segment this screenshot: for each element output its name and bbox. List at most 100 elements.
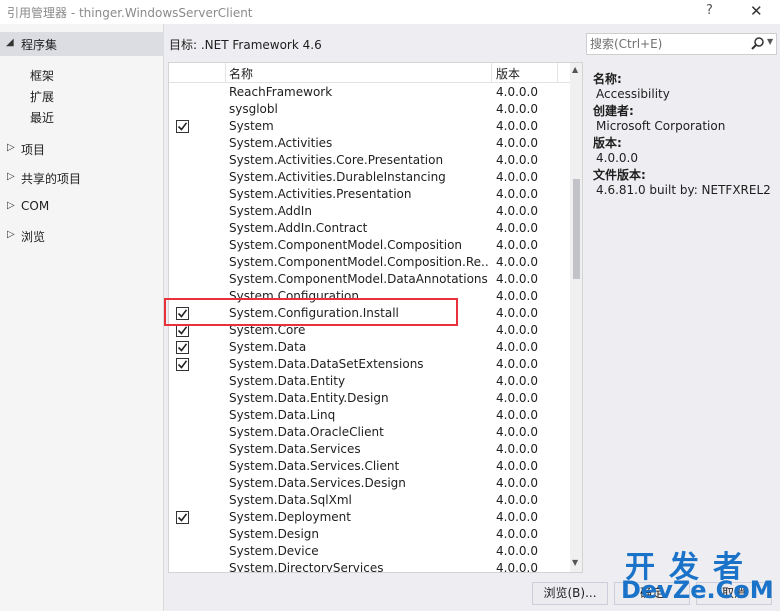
detail-creator-label: 创建者: xyxy=(593,104,634,118)
scroll-up-icon[interactable]: ▲ xyxy=(572,65,578,74)
table-row[interactable]: System.ComponentModel.Composition.Re... 4… xyxy=(169,254,570,271)
assembly-version: 4.0.0.0 xyxy=(496,170,538,184)
table-row[interactable]: System.ComponentModel.DataAnnotations 4.0… xyxy=(169,271,570,288)
close-button[interactable]: ✕ xyxy=(750,2,763,20)
assembly-version: 4.0.0.0 xyxy=(496,289,538,303)
column-divider[interactable] xyxy=(557,63,558,83)
detail-file-version-label: 文件版本: xyxy=(593,168,646,182)
sidebar-item-projects[interactable]: ▷ 项目 xyxy=(0,139,160,159)
assembly-name: System.Activities xyxy=(229,136,333,150)
triangle-right-icon: ▷ xyxy=(7,142,15,153)
assembly-name: System.Device xyxy=(229,544,319,558)
assembly-name: System.DirectoryServices xyxy=(229,561,384,573)
table-row[interactable]: System.Configuration 4.0.0.0 xyxy=(169,288,570,305)
grid-rows: ReachFramework 4.0.0.0 sysglobl 4.0.0.0 Syst… xyxy=(169,84,570,573)
assembly-name: System.Core xyxy=(229,323,306,337)
table-row[interactable]: System.Data.Services.Client 4.0.0.0 xyxy=(169,458,570,475)
table-row[interactable]: System.Activities.Core.Presentation 4.0.0… xyxy=(169,152,570,169)
vertical-scrollbar[interactable]: ▲ ▼ xyxy=(570,63,582,572)
table-row[interactable]: System.Data.Services.Design 4.0.0.0 xyxy=(169,475,570,492)
table-row[interactable]: System.Core 4.0.0.0 xyxy=(169,322,570,339)
detail-file-version-value: 4.6.81.0 built by: NETFXREL2 xyxy=(596,183,771,197)
scroll-down-icon[interactable]: ▼ xyxy=(572,558,578,567)
assembly-name: System xyxy=(229,119,274,133)
table-row[interactable]: ReachFramework 4.0.0.0 xyxy=(169,84,570,101)
table-row[interactable]: System.Data.Linq 4.0.0.0 xyxy=(169,407,570,424)
sidebar-item-assemblies[interactable]: ◢ 程序集 xyxy=(0,32,164,56)
sidebar-item-extensions[interactable]: 扩展 xyxy=(30,88,54,105)
triangle-right-icon: ▷ xyxy=(7,200,15,211)
assembly-version: 4.0.0.0 xyxy=(496,187,538,201)
reference-checkbox[interactable] xyxy=(176,120,189,133)
assembly-name: ReachFramework xyxy=(229,85,333,99)
sidebar-item-label: 项目 xyxy=(21,143,46,157)
assembly-name: System.Configuration xyxy=(229,289,359,303)
table-row[interactable]: System.Device 4.0.0.0 xyxy=(169,543,570,560)
assembly-version: 4.0.0.0 xyxy=(496,85,538,99)
help-button[interactable]: ? xyxy=(706,3,713,18)
search-icon[interactable] xyxy=(751,36,765,53)
table-row[interactable]: System.Data.OracleClient 4.0.0.0 xyxy=(169,424,570,441)
column-header-version[interactable]: 版本 xyxy=(496,65,520,82)
sidebar-item-framework[interactable]: 框架 xyxy=(30,67,54,84)
ok-button[interactable]: 确定 xyxy=(614,582,690,605)
table-row[interactable]: sysglobl 4.0.0.0 xyxy=(169,101,570,118)
table-row[interactable]: System.Data.DataSetExtensions 4.0.0.0 xyxy=(169,356,570,373)
cancel-button[interactable]: 取消 xyxy=(696,582,772,605)
sidebar-item-recent[interactable]: 最近 xyxy=(30,109,54,126)
assembly-grid: 名称 版本 ReachFramework 4.0.0.0 sysglobl 4.0.0… xyxy=(168,62,583,573)
browse-button[interactable]: 浏览(B)... xyxy=(532,582,608,605)
table-row[interactable]: System.Activities.DurableInstancing 4.0.0… xyxy=(169,169,570,186)
assembly-name: System.Deployment xyxy=(229,510,351,524)
assembly-name: System.ComponentModel.Composition xyxy=(229,238,463,252)
assembly-name: System.Data.Entity.Design xyxy=(229,391,389,405)
table-row[interactable]: System.Data 4.0.0.0 xyxy=(169,339,570,356)
assembly-name: System.AddIn xyxy=(229,204,312,218)
table-row[interactable]: System.Data.Services 4.0.0.0 xyxy=(169,441,570,458)
reference-checkbox[interactable] xyxy=(176,307,189,320)
detail-version-label: 版本: xyxy=(593,136,622,150)
table-row[interactable]: System.Activities.Presentation 4.0.0.0 xyxy=(169,186,570,203)
assembly-version: 4.0.0.0 xyxy=(496,442,538,456)
scrollbar-thumb[interactable] xyxy=(573,179,580,279)
sidebar-item-com[interactable]: ▷ COM xyxy=(0,197,160,217)
triangle-right-icon: ▷ xyxy=(7,229,15,240)
assembly-version: 4.0.0.0 xyxy=(496,527,538,541)
table-row[interactable]: System.DirectoryServices 4.0.0.0 xyxy=(169,560,570,573)
column-divider[interactable] xyxy=(225,63,226,83)
table-row[interactable]: System 4.0.0.0 xyxy=(169,118,570,135)
table-row[interactable]: System.Data.SqlXml 4.0.0.0 xyxy=(169,492,570,509)
sidebar-item-browse[interactable]: ▷ 浏览 xyxy=(0,226,160,246)
reference-checkbox[interactable] xyxy=(176,511,189,524)
search-box[interactable]: ▼ xyxy=(586,33,777,55)
assembly-name: System.Activities.DurableInstancing xyxy=(229,170,446,184)
reference-checkbox[interactable] xyxy=(176,358,189,371)
assembly-name: System.Data.DataSetExtensions xyxy=(229,357,424,371)
reference-checkbox[interactable] xyxy=(176,341,189,354)
search-input[interactable] xyxy=(590,36,740,52)
assembly-version: 4.0.0.0 xyxy=(496,238,538,252)
table-row[interactable]: System.ComponentModel.Composition 4.0.0.0 xyxy=(169,237,570,254)
assembly-version: 4.0.0.0 xyxy=(496,544,538,558)
window-title: 引用管理器 - thinger.WindowsServerClient xyxy=(7,6,253,20)
table-row[interactable]: System.Configuration.Install 4.0.0.0 xyxy=(169,305,570,322)
assembly-name: System.Activities.Core.Presentation xyxy=(229,153,444,167)
assembly-name: System.Data.Services.Client xyxy=(229,459,400,473)
chevron-down-icon[interactable]: ▼ xyxy=(767,37,773,46)
table-row[interactable]: System.Deployment 4.0.0.0 xyxy=(169,509,570,526)
assembly-version: 4.0.0.0 xyxy=(496,255,538,269)
assembly-version: 4.0.0.0 xyxy=(496,459,538,473)
table-row[interactable]: System.Data.Entity.Design 4.0.0.0 xyxy=(169,390,570,407)
column-header-name[interactable]: 名称 xyxy=(229,65,253,82)
table-row[interactable]: System.Design 4.0.0.0 xyxy=(169,526,570,543)
assembly-version: 4.0.0.0 xyxy=(496,374,538,388)
column-divider[interactable] xyxy=(491,63,492,83)
table-row[interactable]: System.AddIn 4.0.0.0 xyxy=(169,203,570,220)
detail-name-label: 名称: xyxy=(593,72,622,86)
sidebar-item-shared-projects[interactable]: ▷ 共享的项目 xyxy=(0,168,160,188)
table-row[interactable]: System.Activities 4.0.0.0 xyxy=(169,135,570,152)
reference-checkbox[interactable] xyxy=(176,324,189,337)
table-row[interactable]: System.Data.Entity 4.0.0.0 xyxy=(169,373,570,390)
table-row[interactable]: System.AddIn.Contract 4.0.0.0 xyxy=(169,220,570,237)
assembly-version: 4.0.0.0 xyxy=(496,340,538,354)
